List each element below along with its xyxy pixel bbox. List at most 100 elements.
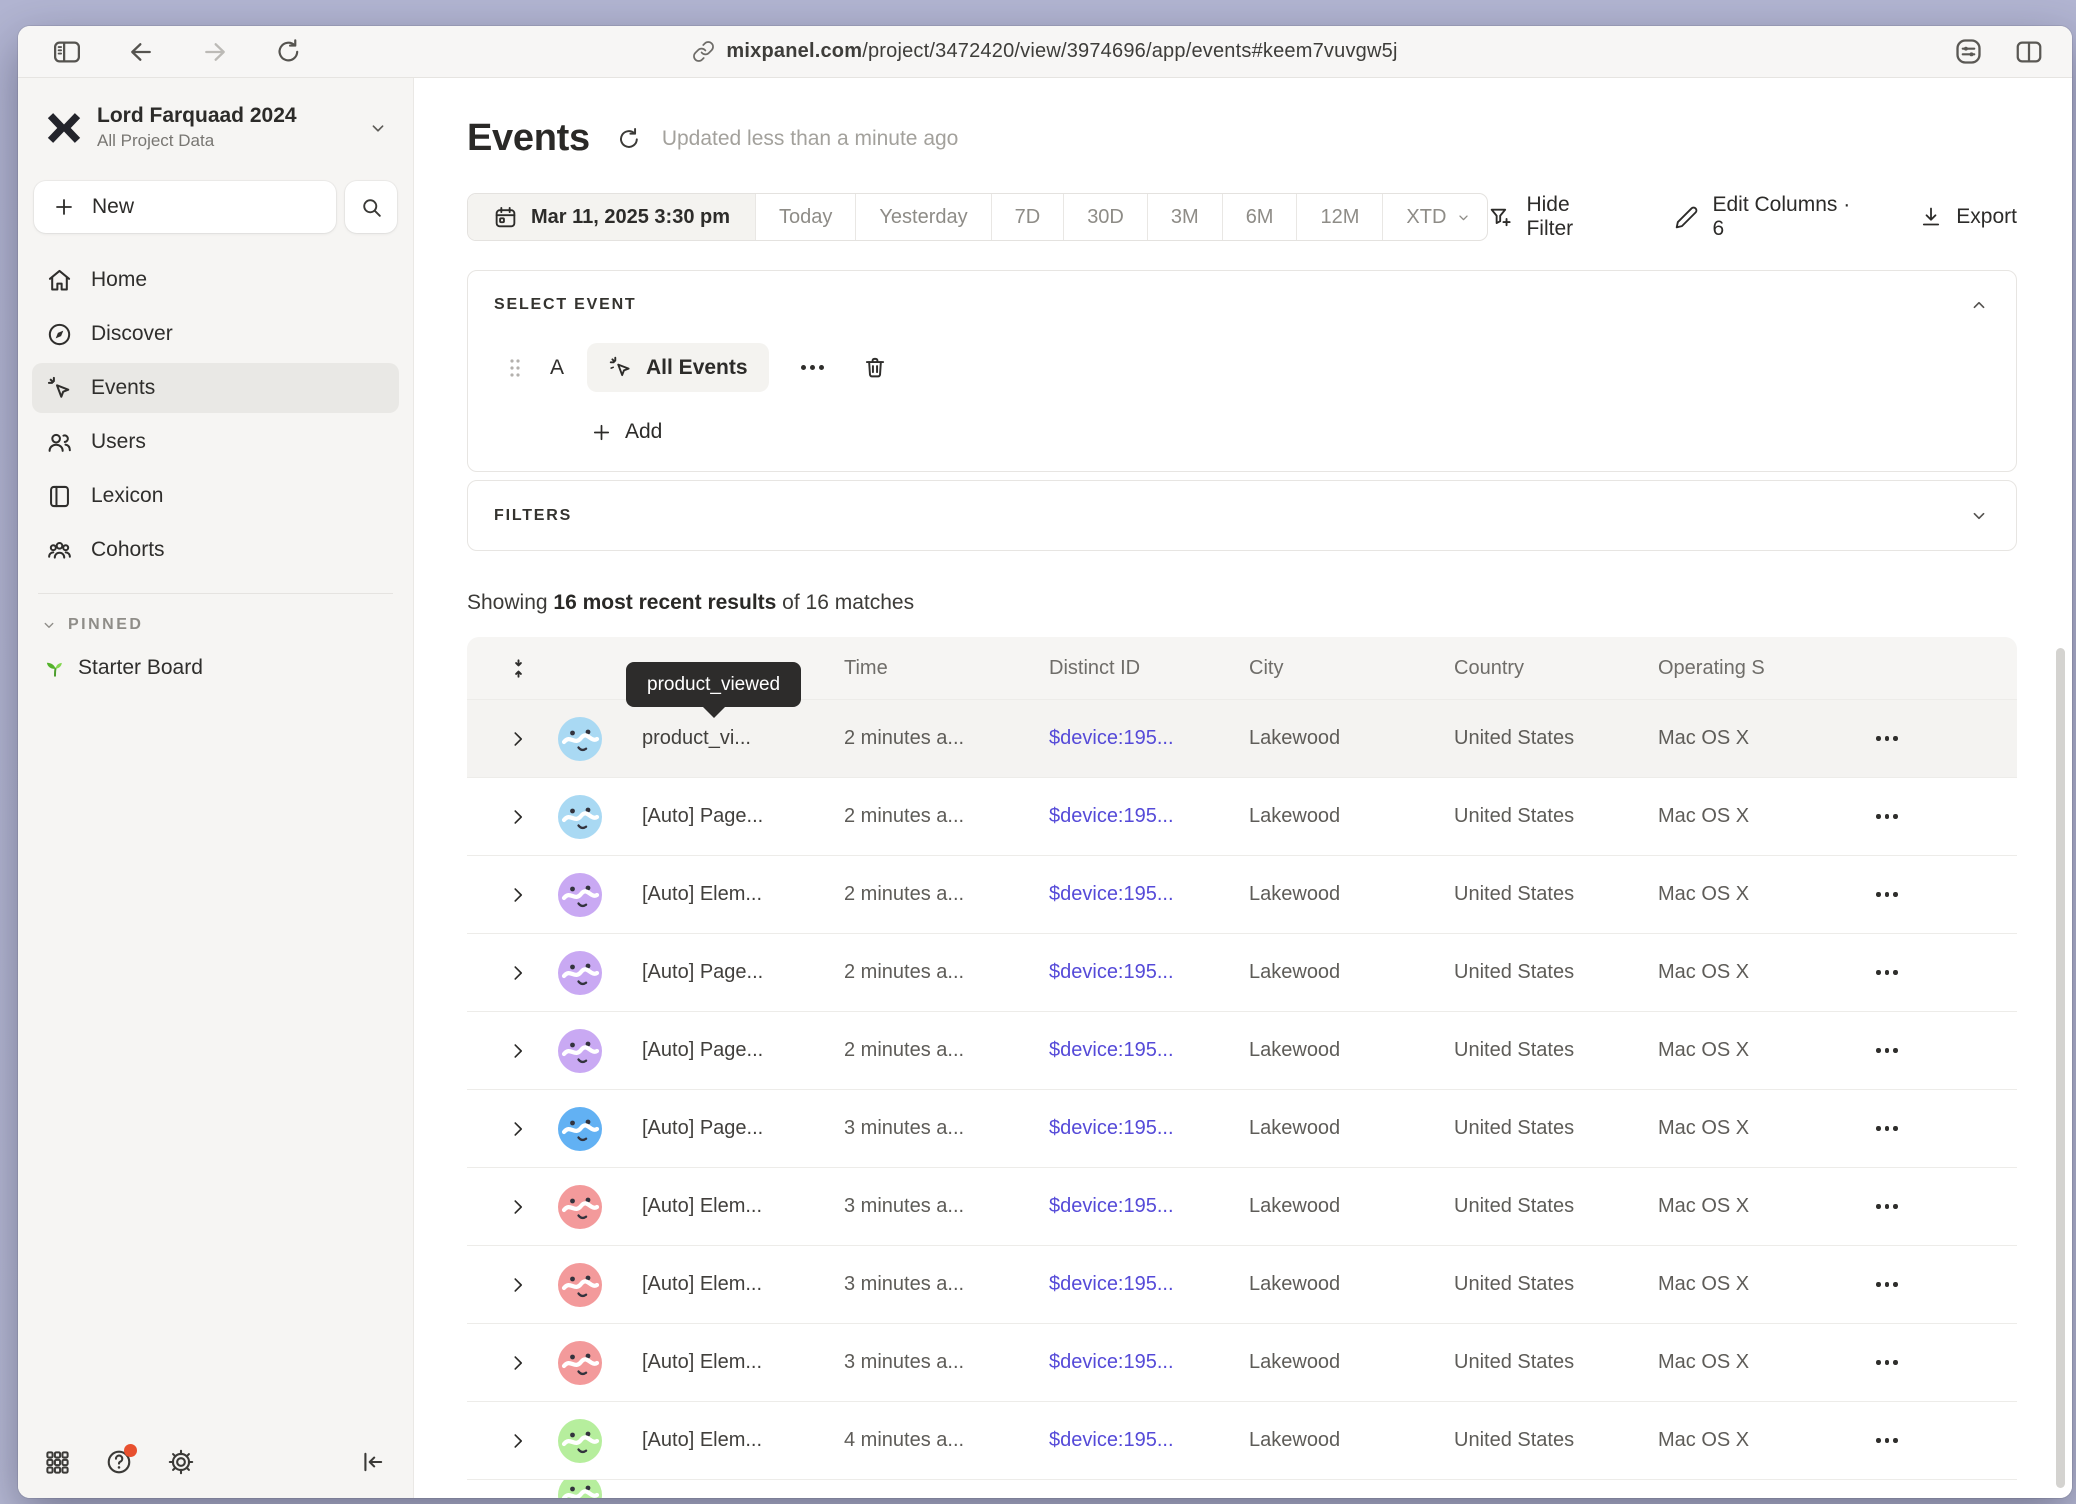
sidebar-item-label: Cohorts	[91, 538, 165, 562]
event-city: Lakewood	[1249, 727, 1340, 749]
search-button[interactable]	[345, 181, 397, 233]
sidebar-item-discover[interactable]: Discover	[32, 309, 399, 359]
distinct-id-link[interactable]: $device:195...	[1049, 961, 1174, 983]
table-row[interactable]: [Auto] Page... 2 minutes a... $device:19…	[467, 1011, 2017, 1089]
edit-columns-button[interactable]: Edit Columns · 6	[1674, 193, 1865, 241]
table-row-partial[interactable]	[467, 1479, 2017, 1498]
row-more-icon[interactable]	[1876, 1118, 1898, 1139]
row-expand-chevron-icon[interactable]	[507, 1430, 529, 1452]
range-yesterday[interactable]: Yesterday	[855, 194, 990, 240]
table-row[interactable]: [Auto] Elem... 3 minutes a... $device:19…	[467, 1167, 2017, 1245]
pinned-item-label: Starter Board	[78, 656, 203, 680]
drag-handle-icon[interactable]	[508, 356, 522, 380]
range-3m[interactable]: 3M	[1147, 194, 1222, 240]
column-operating-system[interactable]: Operating S	[1649, 657, 1831, 680]
address-bar[interactable]: mixpanel.com/project/3472420/view/397469…	[18, 40, 2072, 63]
row-more-icon[interactable]	[1876, 1040, 1898, 1061]
sidebar-item-events[interactable]: Events	[32, 363, 399, 413]
row-expand-chevron-icon[interactable]	[507, 1352, 529, 1374]
table-row[interactable]: [Auto] Elem... 3 minutes a... $device:19…	[467, 1245, 2017, 1323]
row-expand-chevron-icon[interactable]	[507, 1274, 529, 1296]
column-city[interactable]: City	[1240, 657, 1445, 680]
sidebar-item-users[interactable]: Users	[32, 417, 399, 467]
export-button[interactable]: Export	[1919, 205, 2017, 229]
event-name: [Auto] Elem...	[642, 883, 762, 905]
row-expand-chevron-icon[interactable]	[507, 1118, 529, 1140]
seedling-icon	[44, 657, 66, 679]
new-button[interactable]: New	[34, 181, 336, 233]
column-distinct-id[interactable]: Distinct ID	[1040, 657, 1240, 680]
row-more-icon[interactable]	[1876, 1274, 1898, 1295]
table-row[interactable]: [Auto] Page... 2 minutes a... $device:19…	[467, 777, 2017, 855]
pinned-item-starter-board[interactable]: Starter Board	[32, 656, 399, 680]
row-more-icon[interactable]	[1876, 806, 1898, 827]
settings-gear-icon[interactable]	[167, 1448, 195, 1476]
event-name: [Auto] Elem...	[642, 1273, 762, 1295]
row-more-icon[interactable]	[1876, 728, 1898, 749]
event-selector-chip[interactable]: All Events	[587, 343, 769, 392]
sidebar-item-cohorts[interactable]: Cohorts	[32, 525, 399, 575]
search-icon	[359, 195, 384, 220]
row-more-icon[interactable]	[1876, 1352, 1898, 1373]
chevron-down-icon	[367, 117, 389, 139]
pencil-icon	[1674, 205, 1699, 230]
row-expand-chevron-icon[interactable]	[507, 1196, 529, 1218]
event-more-icon[interactable]	[795, 359, 830, 376]
distinct-id-link[interactable]: $device:195...	[1049, 1351, 1174, 1373]
table-row[interactable]: product_vi... 2 minutes a... $device:195…	[467, 699, 2017, 777]
distinct-id-link[interactable]: $device:195...	[1049, 727, 1174, 749]
hide-filter-button[interactable]: Hide Filter	[1488, 193, 1620, 241]
range-30d[interactable]: 30D	[1063, 194, 1147, 240]
table-row[interactable]: [Auto] Page... 3 minutes a... $device:19…	[467, 1089, 2017, 1167]
collapse-rows-icon[interactable]	[467, 658, 545, 679]
table-row[interactable]: [Auto] Page... 2 minutes a... $device:19…	[467, 933, 2017, 1011]
row-more-icon[interactable]	[1876, 962, 1898, 983]
trash-icon[interactable]	[862, 355, 888, 381]
sidebar-item-label: Users	[91, 430, 146, 454]
table-row[interactable]: [Auto] Elem... 3 minutes a... $device:19…	[467, 1323, 2017, 1401]
table-row[interactable]: [Auto] Elem... 2 minutes a... $device:19…	[467, 855, 2017, 933]
collapse-panel-chevron-up-icon[interactable]	[1968, 294, 1990, 316]
workspace-switcher[interactable]: Lord Farquaad 2024 All Project Data	[32, 98, 399, 157]
distinct-id-link[interactable]: $device:195...	[1049, 1195, 1174, 1217]
filters-panel[interactable]: FILTERS	[467, 480, 2017, 551]
range-7d[interactable]: 7D	[991, 194, 1064, 240]
row-expand-chevron-icon[interactable]	[507, 1040, 529, 1062]
row-expand-chevron-icon[interactable]	[507, 806, 529, 828]
distinct-id-link[interactable]: $device:195...	[1049, 1429, 1174, 1451]
range-12m[interactable]: 12M	[1296, 194, 1382, 240]
event-country: United States	[1454, 727, 1574, 749]
sidebar-item-home[interactable]: Home	[32, 255, 399, 305]
row-more-icon[interactable]	[1876, 1196, 1898, 1217]
row-more-icon[interactable]	[1876, 1430, 1898, 1451]
row-more-icon[interactable]	[1876, 884, 1898, 905]
distinct-id-link[interactable]: $device:195...	[1049, 1273, 1174, 1295]
range-xtd-dropdown[interactable]: XTD	[1382, 194, 1488, 240]
column-time[interactable]: Time	[835, 657, 1040, 680]
row-expand-chevron-icon[interactable]	[507, 962, 529, 984]
apps-grid-icon[interactable]	[44, 1449, 71, 1476]
distinct-id-link[interactable]: $device:195...	[1049, 1117, 1174, 1139]
page-settings-icon[interactable]	[1953, 36, 1984, 67]
refresh-icon[interactable]	[616, 126, 642, 152]
sidebar-item-lexicon[interactable]: Lexicon	[32, 471, 399, 521]
distinct-id-link[interactable]: $device:195...	[1049, 805, 1174, 827]
row-expand-chevron-icon[interactable]	[507, 728, 529, 750]
distinct-id-link[interactable]: $device:195...	[1049, 1039, 1174, 1061]
range-today[interactable]: Today	[755, 194, 855, 240]
expand-panel-chevron-down-icon[interactable]	[1968, 505, 1990, 527]
event-time: 4 minutes a...	[844, 1429, 964, 1451]
distinct-id-link[interactable]: $device:195...	[1049, 883, 1174, 905]
help-button[interactable]	[105, 1448, 133, 1476]
column-country[interactable]: Country	[1445, 657, 1649, 680]
collapse-sidebar-icon[interactable]	[359, 1448, 387, 1476]
split-view-icon[interactable]	[2014, 37, 2044, 67]
browser-window: mixpanel.com/project/3472420/view/397469…	[18, 26, 2072, 1498]
row-expand-chevron-icon[interactable]	[507, 884, 529, 906]
date-picker[interactable]: Mar 11, 2025 3:30 pm	[468, 194, 755, 240]
pinned-section-header[interactable]: PINNED	[32, 616, 399, 634]
range-6m[interactable]: 6M	[1222, 194, 1297, 240]
table-row[interactable]: [Auto] Elem... 4 minutes a... $device:19…	[467, 1401, 2017, 1479]
add-event-button[interactable]: Add	[590, 420, 1990, 444]
scrollbar-thumb[interactable]	[2056, 648, 2065, 1488]
